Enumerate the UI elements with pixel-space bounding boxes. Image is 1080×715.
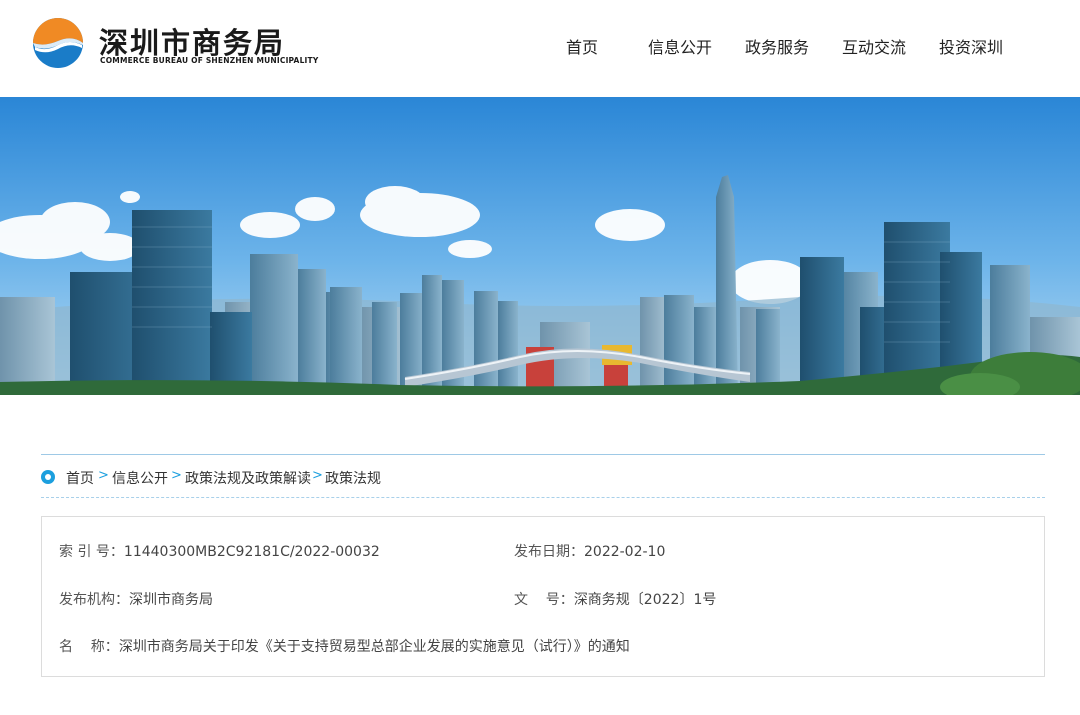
publish-date-row: 发布日期：2022-02-10 xyxy=(514,541,665,561)
site-subtitle: COMMERCE BUREAU OF SHENZHEN MUNICIPALITY xyxy=(100,56,319,65)
breadcrumb-info-public[interactable]: 信息公开 xyxy=(112,468,168,488)
index-number-value: 11440300MB2C92181C/2022-00032 xyxy=(123,544,380,560)
index-number-label: 索 引 号： xyxy=(59,544,124,560)
document-name-label: 名 称： xyxy=(59,639,119,655)
site-header: 深圳市商务局 COMMERCE BUREAU OF SHENZHEN MUNIC… xyxy=(0,0,1080,97)
document-name-value: 深圳市商务局关于印发《关于支持贸易型总部企业发展的实施意见（试行）》的通知 xyxy=(118,639,630,655)
publish-date-value: 2022-02-10 xyxy=(584,544,666,560)
document-number-label: 文 号： xyxy=(514,592,574,608)
nav-item-invest[interactable]: 投资深圳 xyxy=(939,34,1003,58)
nav-item-home[interactable]: 首页 xyxy=(566,34,598,58)
index-number-row: 索 引 号：11440300MB2C92181C/2022-00032 xyxy=(59,541,380,561)
nav-item-services[interactable]: 政务服务 xyxy=(745,34,809,58)
breadcrumb-policy-interpretation[interactable]: 政策法规及政策解读 xyxy=(185,468,311,488)
breadcrumb-top-divider xyxy=(41,454,1045,455)
breadcrumb-separator: > xyxy=(98,468,109,483)
publishing-org-label: 发布机构： xyxy=(59,592,129,608)
publishing-org-value: 深圳市商务局 xyxy=(129,592,213,608)
nav-item-interaction[interactable]: 互动交流 xyxy=(842,34,906,58)
nav-item-info-public[interactable]: 信息公开 xyxy=(648,34,712,58)
document-name-row: 名 称：深圳市商务局关于印发《关于支持贸易型总部企业发展的实施意见（试行）》的通… xyxy=(59,636,630,656)
location-dot-icon xyxy=(41,470,55,484)
breadcrumb-separator: > xyxy=(312,468,323,483)
city-skyline-banner xyxy=(0,97,1080,395)
breadcrumb-separator: > xyxy=(171,468,182,483)
skyline-image xyxy=(0,97,1080,395)
breadcrumb-home[interactable]: 首页 xyxy=(66,468,94,488)
document-number-value: 深商务规〔2022〕1号 xyxy=(573,592,717,608)
publishing-org-row: 发布机构：深圳市商务局 xyxy=(59,589,213,609)
document-info-panel: 索 引 号：11440300MB2C92181C/2022-00032 发布日期… xyxy=(41,516,1045,677)
breadcrumb-policy-regulations[interactable]: 政策法规 xyxy=(325,468,381,488)
commerce-bureau-logo-icon[interactable] xyxy=(32,17,84,69)
document-number-row: 文 号：深商务规〔2022〕1号 xyxy=(514,589,716,609)
breadcrumb-bottom-divider xyxy=(41,497,1045,498)
publish-date-label: 发布日期： xyxy=(514,544,584,560)
